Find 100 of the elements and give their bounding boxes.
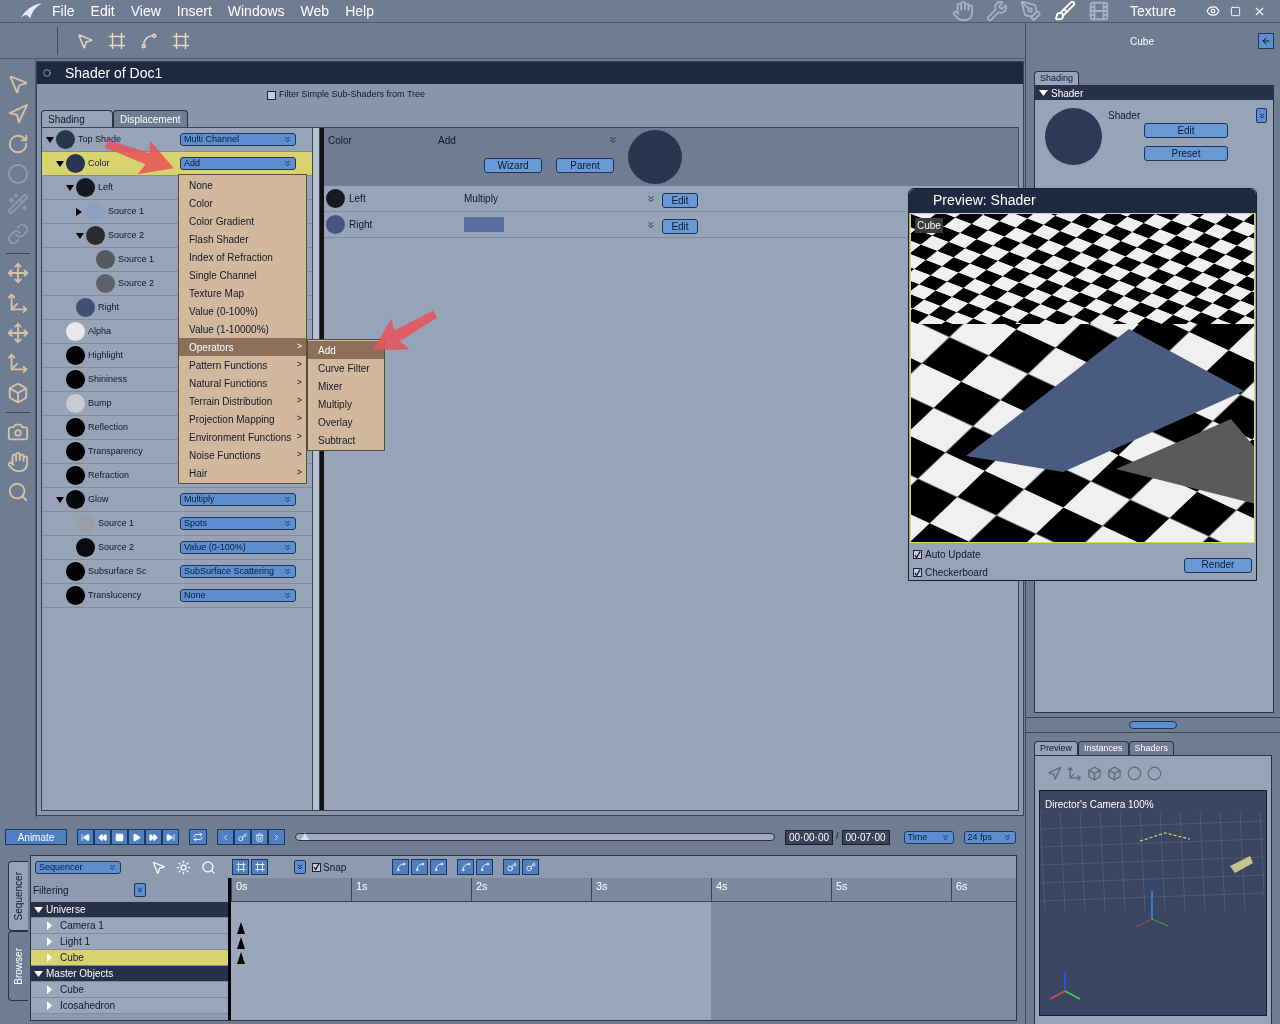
menu-option[interactable]: Flash Shader	[179, 230, 306, 248]
transport-button[interactable]	[162, 829, 179, 845]
display-mode-icon[interactable]	[1107, 765, 1122, 781]
keyframe-button[interactable]	[268, 829, 285, 845]
button[interactable]: Edit	[662, 219, 698, 234]
tool-icon[interactable]	[6, 262, 29, 284]
window-menu-icon[interactable]	[43, 69, 51, 77]
button[interactable]: Render	[1184, 557, 1252, 573]
transport-button[interactable]	[77, 829, 94, 845]
view-button[interactable]	[251, 859, 268, 875]
curve-button[interactable]	[411, 859, 429, 875]
menu-item[interactable]: File	[52, 0, 75, 22]
chevron-icon[interactable]	[646, 193, 656, 204]
chevron-icon[interactable]	[608, 135, 618, 145]
curve-button[interactable]	[457, 859, 475, 875]
menu-option[interactable]: Natural Functions >	[179, 374, 306, 392]
curve-button[interactable]	[476, 859, 494, 875]
object-row[interactable]: Cube	[31, 982, 228, 998]
tab[interactable]: Shading	[1034, 71, 1080, 85]
menu-item[interactable]: View	[130, 0, 161, 22]
dropdown[interactable]: Multiply	[180, 493, 296, 506]
menu-item[interactable]: Help	[345, 0, 374, 22]
display-mode-icon[interactable]	[1147, 765, 1162, 781]
transport-button[interactable]	[94, 829, 111, 845]
dropdown[interactable]: 24 fps	[963, 830, 1016, 844]
menu-option[interactable]: Hair >	[179, 464, 306, 482]
object-row[interactable]: Camera 1	[31, 918, 228, 934]
checkbox[interactable]	[267, 90, 276, 100]
object-row[interactable]: Light 1	[31, 934, 228, 950]
room-icon[interactable]	[1020, 0, 1043, 22]
menu-option[interactable]: Value (0-100%)	[179, 302, 306, 320]
checkbox[interactable]	[312, 862, 321, 872]
checkbox[interactable]	[913, 568, 922, 577]
dropdown[interactable]: Sequencer	[35, 860, 121, 874]
menu-option[interactable]: Add	[308, 341, 384, 359]
selection-tool-icon[interactable]	[172, 31, 190, 50]
tree-row[interactable]: Top Shade Multi Channel	[42, 128, 312, 152]
chevron-icon[interactable]	[646, 219, 656, 230]
tab[interactable]: Instances	[1078, 741, 1129, 755]
dropdown[interactable]: Multi Channel	[180, 133, 296, 146]
menu-item[interactable]: Insert	[176, 0, 212, 22]
tool-icon[interactable]	[6, 103, 29, 125]
group-row[interactable]: Universe	[31, 902, 228, 918]
tool-icon[interactable]	[6, 133, 29, 155]
options-button[interactable]	[294, 860, 306, 874]
tree-row[interactable]: Subsurface Sc SubSurface Scattering	[42, 560, 312, 584]
dropdown[interactable]: Spots	[180, 517, 296, 530]
menu-option[interactable]: Value (1-10000%)	[179, 320, 306, 338]
selection-tool-icon[interactable]	[108, 31, 126, 50]
tool-icon[interactable]	[6, 451, 29, 473]
eye-icon[interactable]	[1206, 4, 1220, 18]
dropdown[interactable]: None	[180, 589, 296, 602]
button[interactable]: Parent	[556, 158, 614, 173]
tab[interactable]: Shading	[41, 110, 113, 127]
splitter-handle[interactable]	[1129, 721, 1177, 729]
dropdown[interactable]: Add	[180, 157, 296, 170]
room-icon[interactable]	[1088, 0, 1111, 22]
collapse-button[interactable]	[1258, 33, 1274, 49]
keyframe-button[interactable]	[217, 829, 234, 845]
object-row[interactable]: Cube	[31, 950, 228, 966]
expand-triangle-icon[interactable]	[56, 160, 64, 167]
key-button[interactable]	[503, 859, 521, 875]
room-icon[interactable]	[1054, 0, 1077, 22]
curve-button[interactable]	[430, 859, 448, 875]
color-swatch[interactable]	[464, 217, 504, 232]
display-mode-icon[interactable]	[1127, 765, 1142, 781]
tool-icon[interactable]	[6, 322, 29, 344]
object-row[interactable]: Icosahedron	[31, 998, 228, 1014]
keyframe-button[interactable]	[234, 829, 251, 845]
menu-option[interactable]: Noise Functions >	[179, 446, 306, 464]
expand-triangle-icon[interactable]	[76, 207, 82, 216]
menu-option[interactable]: Terrain Distribution >	[179, 392, 306, 410]
checkbox[interactable]	[913, 550, 922, 559]
tree-row[interactable]: Source 1 Spots	[42, 512, 312, 536]
tab[interactable]: Shaders	[1128, 741, 1175, 755]
filter-button[interactable]	[134, 883, 146, 897]
expand-triangle-icon[interactable]	[1039, 90, 1048, 96]
transport-button[interactable]	[111, 829, 128, 845]
button[interactable]: Wizard	[484, 158, 542, 173]
transport-button[interactable]	[145, 829, 162, 845]
tool-icon[interactable]	[6, 481, 29, 503]
group-row[interactable]: Master Objects	[31, 966, 228, 982]
options-button[interactable]	[1256, 108, 1267, 123]
room-icon[interactable]	[952, 0, 975, 22]
button[interactable]: Preset	[1144, 146, 1228, 161]
button[interactable]: Edit	[662, 193, 698, 208]
display-mode-icon[interactable]	[1087, 765, 1102, 781]
pointer-tool-icon[interactable]	[151, 859, 166, 875]
time-slider-thumb[interactable]	[300, 833, 309, 840]
selection-tool-icon[interactable]	[76, 31, 94, 50]
menu-item[interactable]: Windows	[227, 0, 285, 22]
loop-button[interactable]	[189, 829, 207, 845]
key-button[interactable]	[522, 859, 540, 875]
tab[interactable]: Preview	[1034, 741, 1078, 755]
curve-button[interactable]	[392, 859, 410, 875]
dropdown[interactable]: Time	[903, 830, 954, 844]
display-mode-icon[interactable]	[1067, 765, 1082, 781]
menu-item[interactable]: Edit	[90, 0, 115, 22]
view-button[interactable]	[232, 859, 249, 875]
expand-triangle-icon[interactable]	[66, 184, 74, 191]
